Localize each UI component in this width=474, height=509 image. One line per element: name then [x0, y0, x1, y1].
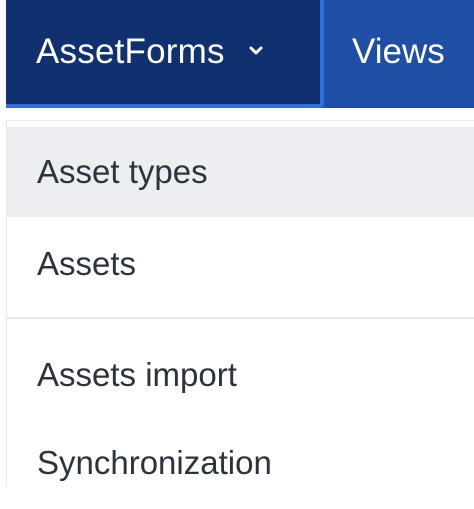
menu-item-label: Assets [37, 245, 137, 282]
menu-divider [7, 317, 474, 319]
menu-item-asset-types[interactable]: Asset types [7, 127, 474, 217]
menu-item-synchronization[interactable]: Synchronization [7, 417, 474, 509]
views-menu-label: Views [352, 32, 445, 71]
menu-item-label: Assets import [37, 356, 237, 393]
menu-item-assets[interactable]: Assets [7, 217, 474, 311]
assetforms-menu-button[interactable]: AssetForms [6, 0, 324, 108]
views-menu-button[interactable]: Views [352, 0, 445, 104]
top-navbar: AssetForms Views [0, 0, 474, 108]
menu-item-assets-import[interactable]: Assets import [7, 327, 474, 423]
chevron-down-icon [249, 46, 263, 58]
menu-item-label: Synchronization [37, 444, 272, 481]
assetforms-dropdown-menu: Asset types Assets Assets import Synchro… [6, 120, 474, 487]
assetforms-menu-label: AssetForms [36, 32, 225, 71]
menu-item-label: Asset types [37, 153, 208, 190]
